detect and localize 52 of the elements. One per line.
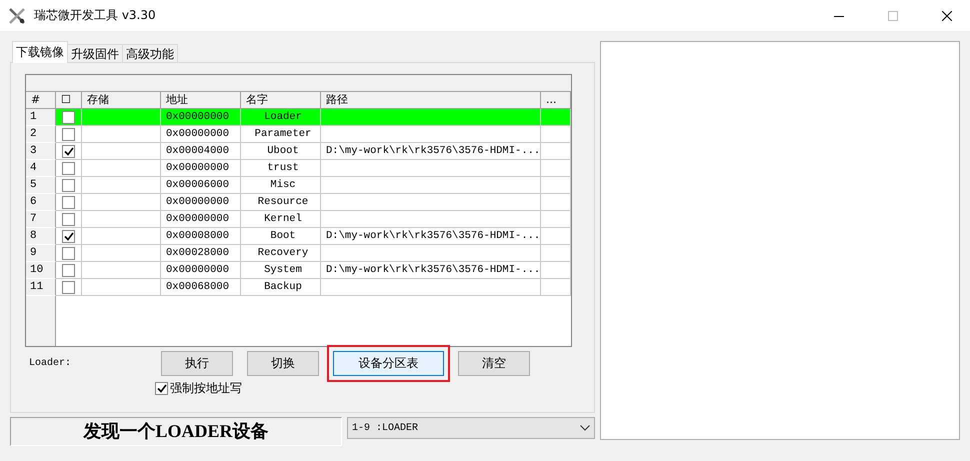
checkbox[interactable]	[62, 128, 75, 140]
action-button[interactable]: 切换	[247, 351, 319, 376]
tab[interactable]: 下载镜像	[12, 41, 68, 63]
row-number: 7	[26, 211, 56, 228]
table-cell: Backup	[241, 279, 321, 296]
loader-label: Loader:	[29, 358, 72, 369]
table-row[interactable]: 9 0x00028000 Recovery	[26, 245, 571, 262]
checkbox[interactable]	[62, 230, 75, 242]
checkbox[interactable]	[62, 144, 75, 158]
table-row[interactable]: 6 0x00000000 Resource	[26, 194, 571, 211]
close-icon	[942, 10, 952, 20]
row-number: 6	[26, 194, 56, 211]
table-cell: 0x00068000	[161, 279, 241, 296]
checkbox-label: 强制按地址写	[170, 380, 242, 397]
row-number: 4	[26, 160, 56, 177]
checkbox[interactable]	[62, 162, 75, 174]
action-button[interactable]: 清空	[458, 351, 530, 376]
table-row[interactable]: 11 0x00068000 Backup	[26, 279, 571, 296]
table-row[interactable]: 2 0x00000000 Parameter	[26, 126, 571, 143]
checkbox[interactable]	[62, 178, 75, 192]
checkbox[interactable]	[62, 110, 75, 124]
tab[interactable]: 升级固件	[67, 44, 123, 63]
tools-icon	[8, 6, 26, 24]
checkbox[interactable]	[155, 382, 168, 395]
status-message: 发现一个LOADER设备	[10, 417, 342, 446]
table-row[interactable]: 7 0x00000000 Kernel	[26, 211, 571, 228]
checkbox[interactable]	[62, 212, 75, 226]
table-row[interactable]: 5 0x00006000 Misc	[26, 177, 571, 194]
table-row[interactable]: 10 0x00000000 System D:\my-work\rk\rk3576\3576-HDMI-...	[26, 262, 571, 279]
row-number: 2	[26, 126, 56, 143]
tab[interactable]: 高级功能	[122, 44, 178, 63]
row-number: 5	[26, 177, 56, 194]
row-number: 11	[26, 279, 56, 296]
window-title: 瑞芯微开发工具 v3.30	[34, 7, 157, 24]
row-number: 3	[26, 143, 56, 160]
checkbox[interactable]	[62, 246, 75, 260]
row-number: 8	[26, 228, 56, 245]
action-button[interactable]: 执行	[161, 351, 233, 376]
row-number: 1	[26, 109, 56, 126]
row-number: 10	[26, 262, 56, 279]
checkbox[interactable]	[62, 264, 75, 276]
maximize-icon	[888, 10, 898, 20]
table-row[interactable]: 1 0x00000000 Loader	[26, 109, 571, 126]
chevron-icon	[580, 425, 590, 431]
checkbox[interactable]	[62, 280, 75, 294]
table-row[interactable]: 8 0x00008000 Boot D:\my-work\rk\rk3576\3576-HDMI-...	[26, 228, 571, 245]
row-number: 9	[26, 245, 56, 262]
table-row[interactable]: 3 0x00004000 Uboot D:\my-work\rk\rk3576\3576-HDMI-...	[26, 143, 571, 160]
row-header-gutter	[26, 296, 56, 346]
device-dropdown[interactable]: 1-9 :LOADER	[347, 417, 595, 439]
table-row[interactable]: 4 0x00000000 trust	[26, 160, 571, 177]
checkbox[interactable]	[62, 196, 75, 208]
